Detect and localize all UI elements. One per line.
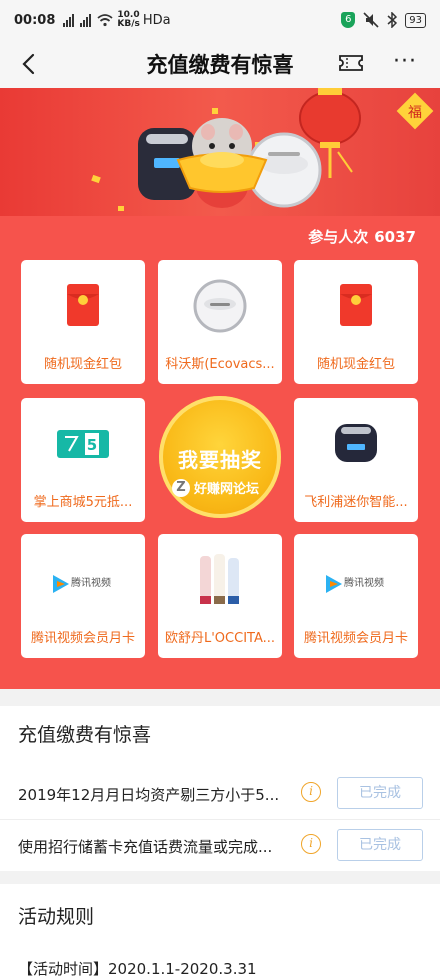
nav-bar: 充值缴费有惊喜 ···: [0, 40, 440, 88]
prize-label: 随机现金红包: [316, 357, 395, 372]
bluetooth-icon: [387, 12, 398, 28]
prize-card-tencent-video-2[interactable]: 腾讯视频 腾讯视频会员月卡: [294, 534, 418, 658]
hd-label: HDa: [142, 12, 171, 28]
task-section: 充值缴费有惊喜 2019年12月月日均资产剔三方小于5... i 已完成 使用招…: [0, 706, 440, 871]
participants-value: 6037: [374, 228, 416, 246]
info-icon[interactable]: i: [301, 782, 321, 802]
banner-illustration: 福: [91, 88, 434, 211]
prize-label: 掌上商城5元抵...: [33, 495, 133, 510]
participants-count: 参与人次 6037: [308, 226, 416, 247]
prize-label: 欧舒丹L'OCCITA...: [164, 631, 276, 646]
task-row: 2019年12月月日均资产剔三方小于5... i 已完成: [0, 768, 440, 820]
net-speed-unit: KB/s: [117, 19, 140, 29]
more-menu-button[interactable]: ···: [390, 50, 420, 80]
back-arrow-icon[interactable]: [16, 50, 44, 78]
prize-card-philips-cooker[interactable]: 飞利浦迷你智能...: [294, 398, 418, 522]
task-status-button[interactable]: 已完成: [337, 829, 423, 861]
mute-icon: [363, 12, 379, 28]
coupon-icon: 5: [57, 430, 109, 458]
tencent-video-brand: 腾讯视频: [71, 576, 111, 589]
prize-card-red-envelope-2[interactable]: 随机现金红包: [294, 260, 418, 384]
prize-card-coupon[interactable]: 5 掌上商城5元抵...: [21, 398, 145, 522]
task-status-button[interactable]: 已完成: [337, 777, 423, 809]
prize-label: 科沃斯(Ecovacs...: [165, 357, 275, 372]
prize-card-tencent-video-1[interactable]: 腾讯视频 腾讯视频会员月卡: [21, 534, 145, 658]
page-title: 充值缴费有惊喜: [146, 53, 294, 77]
rules-first-line: 【活动时间】2020.1.1-2020.3.31: [18, 960, 257, 978]
red-envelope-icon: [340, 284, 372, 326]
prize-card-ecovacs[interactable]: 科沃斯(Ecovacs...: [158, 260, 282, 384]
signal-icon: [63, 13, 75, 27]
task-section-title: 充值缴费有惊喜: [18, 724, 152, 746]
task-text: 使用招行储蓄卡充值话费流量或完成...: [18, 838, 273, 856]
prize-label: 腾讯视频会员月卡: [303, 631, 408, 646]
task-text: 2019年12月月日均资产剔三方小于5...: [18, 786, 280, 804]
battery-icon: 93: [405, 12, 426, 28]
promo-banner: 福: [0, 88, 440, 216]
rice-cooker-icon: [335, 424, 377, 462]
info-icon[interactable]: i: [301, 834, 321, 854]
net-speed: 10.0 KB/s: [117, 11, 139, 29]
tencent-video-icon: 腾讯视频: [53, 575, 111, 593]
prize-label: 腾讯视频会员月卡: [30, 631, 135, 646]
tencent-video-icon: 腾讯视频: [326, 575, 384, 593]
status-time: 00:08: [14, 12, 56, 28]
ticket-icon[interactable]: [338, 52, 364, 74]
wifi-icon: [97, 14, 113, 27]
prize-card-loccitane[interactable]: 欧舒丹L'OCCITA...: [158, 534, 282, 658]
security-shield-icon: 6: [341, 12, 356, 28]
tencent-video-brand: 腾讯视频: [344, 576, 384, 589]
rules-title: 活动规则: [18, 906, 95, 928]
draw-button-label: 我要抽奖: [178, 448, 262, 472]
status-bar: 00:08 10.0 KB/s HDa 6 93: [0, 0, 440, 40]
forum-logo-icon: Z: [172, 478, 190, 497]
prize-label: 随机现金红包: [43, 357, 122, 372]
red-envelope-icon: [67, 284, 99, 326]
forum-watermark: Z 好赚网论坛: [172, 478, 259, 497]
prize-label: 飞利浦迷你智能...: [304, 495, 408, 510]
task-row: 使用招行储蓄卡充值话费流量或完成... i 已完成: [0, 820, 440, 872]
hand-cream-icon: [200, 554, 239, 604]
robot-vacuum-icon: [193, 279, 247, 333]
coupon-value: 5: [87, 436, 97, 454]
signal-icon-2: [80, 13, 92, 27]
prize-card-red-envelope-1[interactable]: 随机现金红包: [21, 260, 145, 384]
watermark-text: 好赚网论坛: [194, 482, 260, 497]
draw-lottery-button[interactable]: 我要抽奖: [159, 396, 281, 518]
svg-text:福: 福: [408, 105, 422, 121]
participants-label: 参与人次: [308, 228, 369, 246]
